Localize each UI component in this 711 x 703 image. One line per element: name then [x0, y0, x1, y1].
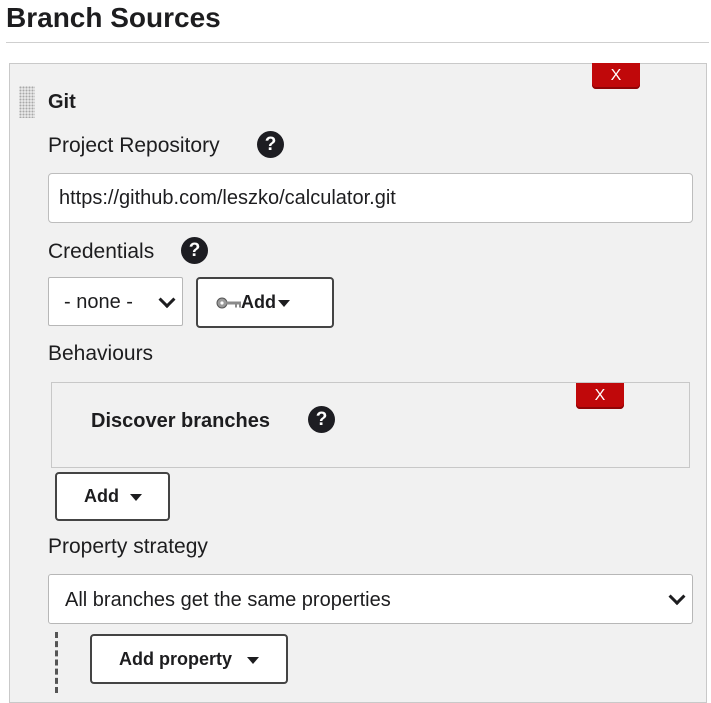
caret-down-icon — [130, 494, 142, 501]
project-repository-help-icon[interactable]: ? — [257, 131, 284, 158]
add-property-label: Add property — [119, 649, 233, 669]
credentials-selected-value: - none - — [64, 291, 133, 313]
chevron-down-icon — [668, 588, 686, 606]
caret-down-icon — [278, 300, 290, 307]
credentials-label: Credentials — [48, 240, 155, 263]
project-repository-label: Project Repository — [48, 134, 220, 157]
property-strategy-selected-value: All branches get the same properties — [65, 589, 391, 611]
add-behaviour-button[interactable]: Add — [55, 472, 170, 521]
add-property-button[interactable]: Add property — [90, 634, 288, 684]
add-credentials-button[interactable]: Add — [196, 277, 334, 328]
credentials-select[interactable]: - none - — [48, 277, 183, 326]
drag-handle-icon[interactable] — [19, 86, 35, 118]
chevron-down-icon — [158, 290, 176, 308]
delete-behaviour-button[interactable]: X — [576, 383, 624, 409]
discover-branches-label: Discover branches — [91, 410, 270, 432]
add-behaviour-label: Add — [84, 486, 119, 506]
delete-source-button[interactable]: X — [592, 63, 640, 89]
property-list-indicator — [55, 632, 58, 693]
source-type-label: Git — [48, 91, 76, 113]
section-title: Branch Sources — [6, 2, 221, 33]
key-icon — [216, 297, 241, 309]
section-divider — [6, 42, 709, 43]
property-strategy-label: Property strategy — [48, 535, 208, 558]
credentials-help-icon[interactable]: ? — [181, 237, 208, 264]
behaviours-label: Behaviours — [48, 342, 154, 365]
add-credentials-label: Add — [241, 292, 276, 312]
property-strategy-select[interactable]: All branches get the same properties — [48, 574, 693, 624]
project-repository-input[interactable]: https://github.com/leszko/calculator.git — [48, 173, 693, 223]
caret-down-icon — [247, 657, 259, 664]
discover-branches-help-icon[interactable]: ? — [308, 406, 335, 433]
